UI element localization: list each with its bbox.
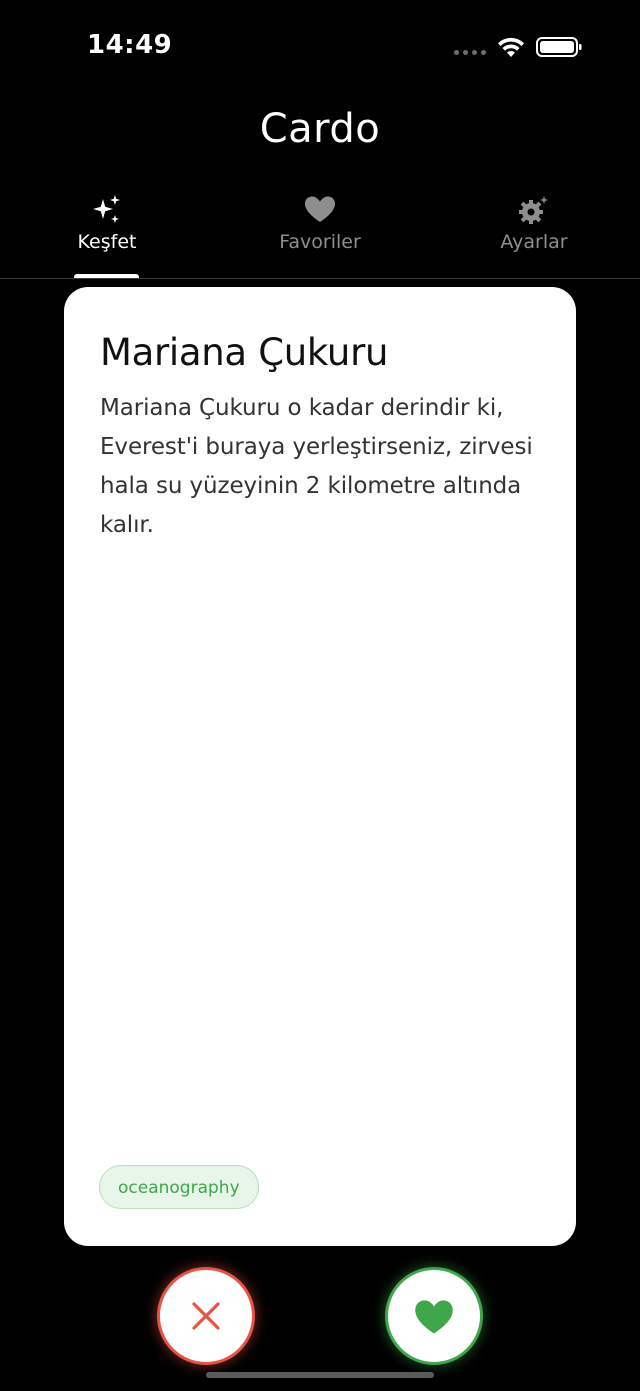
tab-discover-label: Keşfet <box>77 231 137 253</box>
like-button[interactable] <box>385 1267 483 1365</box>
gear-icon <box>519 196 548 224</box>
tab-settings[interactable]: Ayarlar <box>464 188 604 278</box>
tab-settings-label: Ayarlar <box>500 231 568 253</box>
tab-favorites-label: Favoriler <box>279 231 361 253</box>
wifi-icon <box>498 37 524 57</box>
cellular-signal-icon <box>454 50 486 55</box>
tab-discover[interactable]: Keşfet <box>37 188 177 278</box>
close-icon <box>192 1302 220 1330</box>
tab-favorites[interactable]: Favoriler <box>250 188 390 278</box>
status-bar: 14:49 <box>0 0 640 95</box>
home-indicator <box>206 1372 434 1378</box>
battery-icon <box>536 37 582 57</box>
status-time: 14:49 <box>87 30 173 60</box>
dislike-button[interactable] <box>157 1267 255 1365</box>
sparkles-icon <box>93 195 120 223</box>
card-title: Mariana Çukuru <box>100 331 389 374</box>
heart-icon <box>305 196 335 222</box>
heart-icon <box>415 1300 453 1334</box>
tab-divider <box>0 278 640 279</box>
card-tag[interactable]: oceanography <box>99 1165 259 1209</box>
app-title: Cardo <box>259 106 381 152</box>
card-body: Mariana Çukuru o kadar derindir ki, Ever… <box>100 395 533 538</box>
fact-card[interactable]: Mariana Çukuru Mariana Çukuru o kadar de… <box>64 287 576 1246</box>
tab-bar: Keşfet Favoriler Ayarlar <box>0 188 640 278</box>
